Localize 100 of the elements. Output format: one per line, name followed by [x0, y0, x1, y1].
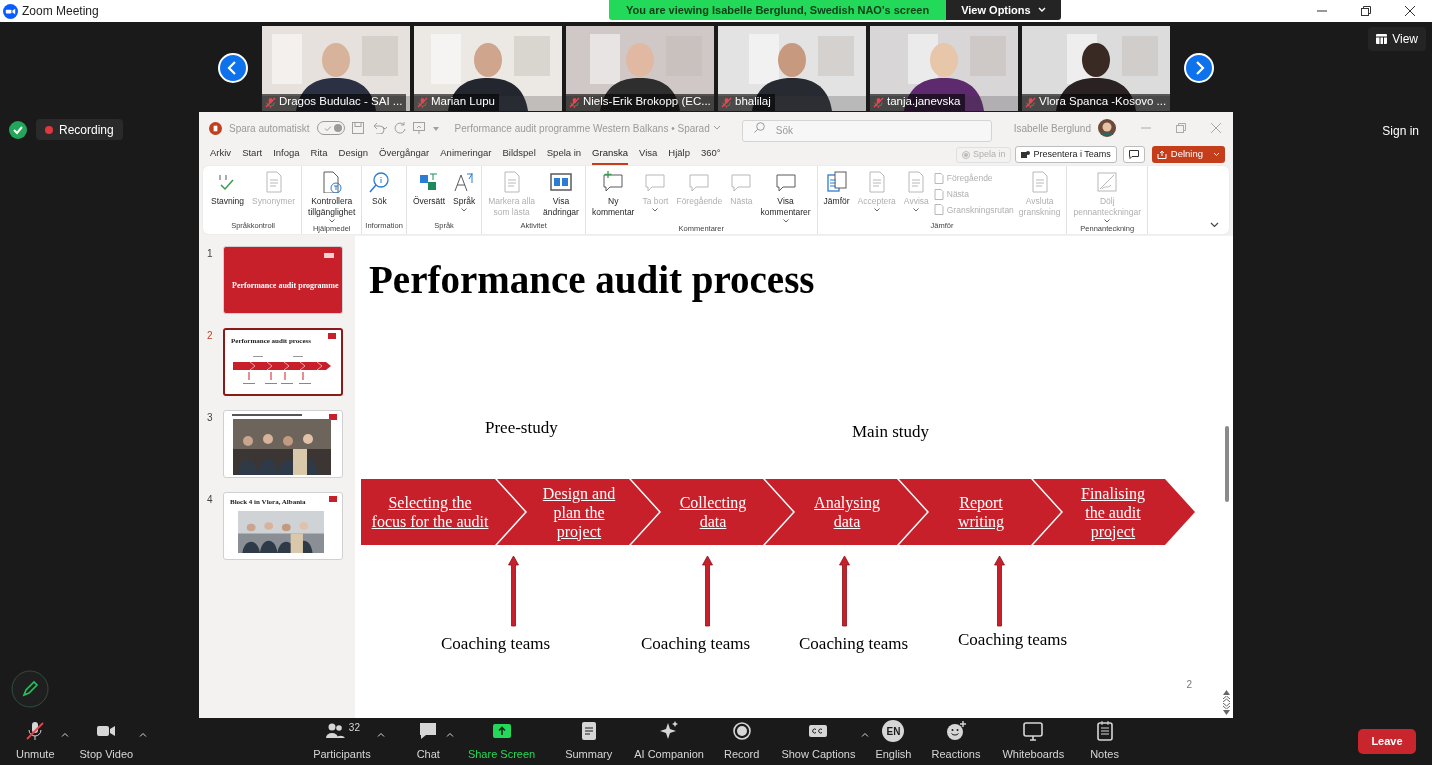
- comment-icon: [1128, 150, 1139, 159]
- present-icon[interactable]: [412, 122, 425, 134]
- caret-up-icon[interactable]: [60, 731, 69, 737]
- annotate-pen-icon[interactable]: [11, 670, 49, 708]
- ribbon-button[interactable]: Jämför: [820, 171, 853, 207]
- slide-number: 2: [207, 329, 214, 343]
- up-arrow: [702, 555, 713, 627]
- slide-thumbnail[interactable]: Performance audit programme: [223, 246, 343, 314]
- scroll-down-icon[interactable]: [1223, 710, 1230, 715]
- ribbon-button[interactable]: Kontrollera tillgänglighet: [305, 171, 359, 223]
- comment-icon: [730, 171, 753, 193]
- menu-tab[interactable]: Spela in: [546, 144, 582, 165]
- logo-icon: [329, 414, 337, 420]
- previous-slide-icon[interactable]: [1223, 696, 1230, 702]
- close-icon[interactable]: [1405, 6, 1415, 16]
- menu-tab[interactable]: Arkiv: [210, 144, 232, 165]
- window-title: Zoom Meeting: [22, 3, 99, 20]
- autosave-label: Spara automatiskt: [229, 121, 310, 136]
- caret-up-icon[interactable]: [376, 731, 385, 737]
- ribbon-button[interactable]: Ny kommentar: [588, 171, 638, 218]
- comment-icon: [644, 171, 667, 193]
- menu-tab[interactable]: Övergångar: [379, 144, 430, 165]
- menu-tab[interactable]: Start: [242, 144, 263, 165]
- up-arrow: [839, 555, 850, 627]
- process-step: Finalising the audit project: [1031, 479, 1195, 545]
- comment-icon: [688, 171, 711, 193]
- next-slide-icon[interactable]: [1223, 703, 1230, 709]
- toolbar-button[interactable]: Chat: [416, 719, 440, 764]
- coaching-label: Coaching teams: [958, 629, 1068, 651]
- scrollbar-thumb[interactable]: [1224, 426, 1229, 502]
- scroll-up-icon[interactable]: [1223, 690, 1230, 695]
- slide-thumbnail[interactable]: [223, 410, 343, 478]
- toolbar-button[interactable]: Share Screen: [467, 719, 536, 764]
- ribbon-button[interactable]: Visa kommentarer: [757, 171, 814, 223]
- toolbar-button[interactable]: Reactions: [931, 719, 981, 764]
- ribbon-button[interactable]: Sök: [365, 171, 394, 207]
- toolbar-button[interactable]: Whiteboards: [1002, 719, 1065, 764]
- user-name: Isabelle Berglund: [1013, 121, 1091, 136]
- participant-name: Dragos Budulac - SAI ...: [279, 94, 403, 110]
- compare-icon: [825, 171, 848, 193]
- caret-up-icon[interactable]: [861, 731, 870, 737]
- ribbon-button[interactable]: Stavning: [208, 171, 248, 207]
- customize-caret-icon[interactable]: [431, 124, 440, 132]
- menu-tab[interactable]: Hjälp: [668, 144, 690, 165]
- pen-icon: [1096, 171, 1119, 193]
- sign-in-button[interactable]: Sign in: [1382, 122, 1419, 140]
- ribbon-button[interactable]: Visa ändringar: [540, 171, 582, 218]
- participant-name: Marian Lupu: [431, 94, 495, 110]
- recording-dot-icon: [45, 125, 53, 134]
- view-options-button[interactable]: View Options: [946, 0, 1062, 20]
- caret-up-icon[interactable]: [445, 731, 454, 737]
- menu-tab[interactable]: Bildspel: [502, 144, 536, 165]
- participant-name: Niels-Erik Brokopp (EC...: [583, 94, 711, 110]
- collapse-ribbon-icon[interactable]: [1210, 222, 1219, 228]
- coaching-label: Coaching teams: [441, 633, 551, 655]
- search-field[interactable]: Sök: [741, 119, 992, 142]
- chevron-icon[interactable]: [712, 125, 721, 131]
- coaching-label: Coaching teams: [641, 633, 751, 655]
- teams-icon: [1021, 150, 1031, 159]
- participant-count: 32: [348, 721, 360, 735]
- translate-icon: [417, 171, 440, 193]
- share-icon: [1156, 150, 1167, 159]
- document-icon: [933, 188, 944, 200]
- toolbar-button[interactable]: 32 Participants: [313, 719, 371, 764]
- new-comment-icon: [602, 171, 625, 193]
- toolbar-button[interactable]: Show Captions: [781, 719, 856, 764]
- avatar-icon[interactable]: [1098, 119, 1116, 137]
- toolbar-button[interactable]: Summary: [565, 719, 613, 764]
- toolbar-button[interactable]: Unmute: [16, 719, 55, 764]
- menu-tab[interactable]: Rita: [310, 144, 328, 165]
- accessibility-icon: [320, 171, 343, 193]
- menu-tab[interactable]: Infoga: [273, 144, 300, 165]
- language-icon: [453, 171, 476, 193]
- whiteboard-icon: [1022, 720, 1045, 742]
- save-icon[interactable]: [351, 122, 364, 134]
- comments-button[interactable]: [1122, 146, 1145, 163]
- ribbon-button[interactable]: Översätt: [409, 171, 448, 207]
- participant-name: Vlora Spanca -Kosovo ...: [1039, 94, 1167, 110]
- toolbar-button[interactable]: Record: [723, 719, 760, 764]
- share-button[interactable]: Delning: [1151, 146, 1225, 163]
- restore-icon[interactable]: [1361, 6, 1371, 16]
- leave-button[interactable]: Leave: [1358, 729, 1416, 754]
- up-arrow: [994, 555, 1005, 627]
- toolbar-button[interactable]: AI Companion: [634, 719, 704, 764]
- menu-tab[interactable]: Design: [338, 144, 369, 165]
- search-icon: [753, 122, 765, 133]
- toolbar-button[interactable]: EN English: [875, 719, 912, 764]
- phase-label: Main study: [852, 421, 929, 443]
- teams-button[interactable]: Presentera i Teams: [1015, 146, 1117, 163]
- thumbnail-title: Performance audit programme: [232, 280, 339, 292]
- document-icon: [933, 172, 944, 184]
- menu-tab[interactable]: 360°: [701, 144, 721, 165]
- toolbar-button[interactable]: Notes: [1090, 719, 1119, 764]
- ribbon-button[interactable]: Språk: [450, 171, 479, 212]
- menu-tab[interactable]: Visa: [639, 144, 658, 165]
- caret-up-icon[interactable]: [139, 731, 148, 737]
- view-button[interactable]: View: [1368, 27, 1426, 51]
- toolbar-button[interactable]: Stop Video: [79, 719, 134, 764]
- menu-tab[interactable]: Animeringar: [440, 144, 492, 165]
- share-banner: You are viewing Isabelle Berglund, Swedish NAO's screen: [609, 0, 947, 20]
